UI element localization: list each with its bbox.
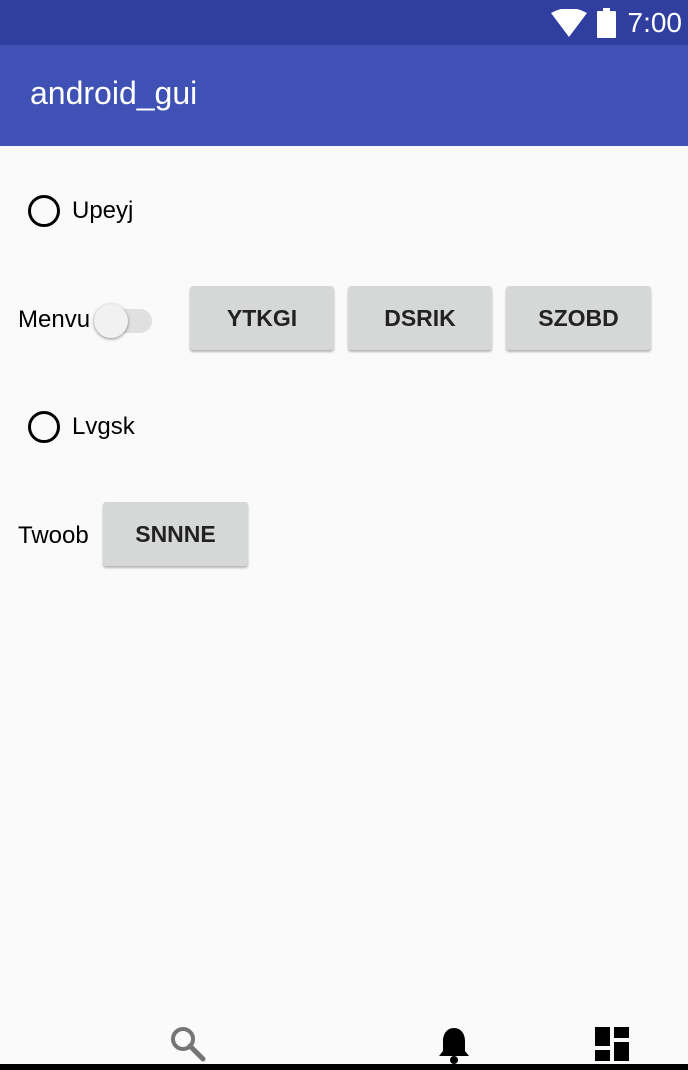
- wifi-icon: [550, 8, 587, 37]
- radio-label: Upeyj: [72, 197, 134, 224]
- szobd-button[interactable]: SZOBD: [506, 286, 651, 350]
- bell-icon[interactable]: [438, 1026, 470, 1064]
- ytkgi-button[interactable]: YTKGI: [190, 286, 334, 350]
- toggle-switch[interactable]: [94, 304, 160, 338]
- snnne-button[interactable]: SNNNE: [103, 502, 248, 566]
- status-time: 7:00: [627, 6, 683, 38]
- status-icons: 7:00: [550, 0, 683, 45]
- battery-icon: [596, 7, 616, 38]
- dashboard-icon[interactable]: [595, 1027, 629, 1061]
- radio-label: Lvgsk: [72, 413, 135, 440]
- radio-button-circle[interactable]: [28, 195, 60, 227]
- status-bar: 7:00: [0, 0, 688, 45]
- app-title: android_gui: [30, 75, 198, 111]
- dsrik-button[interactable]: DSRIK: [348, 286, 492, 350]
- radio-button-circle[interactable]: [28, 411, 60, 443]
- search-icon[interactable]: [170, 1026, 206, 1062]
- button-row-label: Twoob: [18, 522, 89, 549]
- switch-label: Menvu: [18, 306, 91, 333]
- radio-upeyj[interactable]: Upeyj: [28, 195, 133, 227]
- bottom-nav: [0, 1000, 688, 1070]
- app-bar: android_gui: [0, 45, 688, 146]
- switch-thumb[interactable]: [94, 304, 128, 338]
- radio-lvgsk[interactable]: Lvgsk: [28, 411, 135, 443]
- nav-bar-bottom-edge: [0, 1064, 688, 1070]
